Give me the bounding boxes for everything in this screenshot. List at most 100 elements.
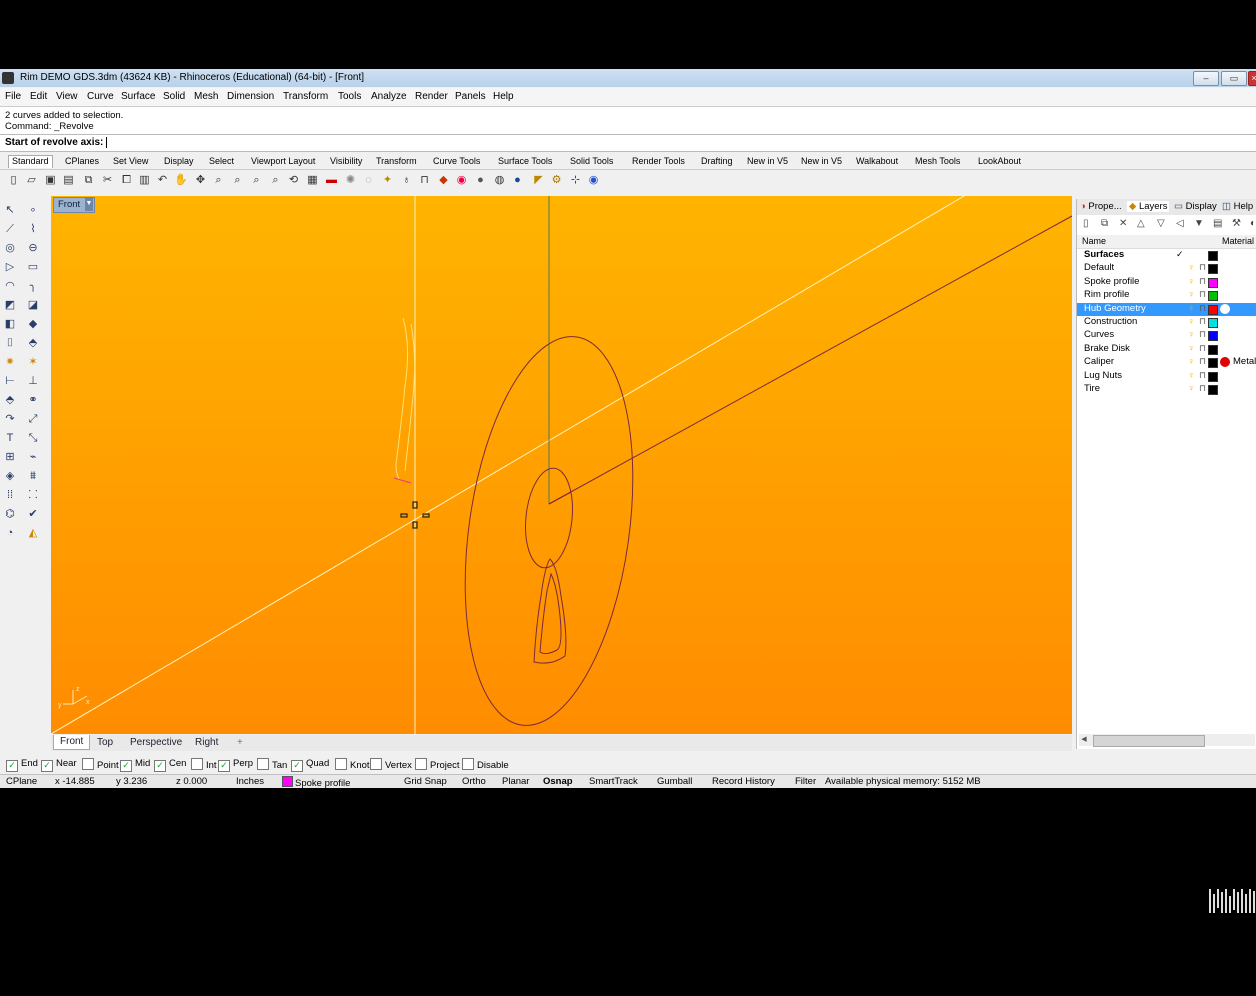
print-icon[interactable]: ▤ xyxy=(62,174,75,187)
front-viewport[interactable]: z y x xyxy=(51,196,1072,734)
osnap-checkbox[interactable] xyxy=(335,758,347,770)
layer-color-swatch[interactable] xyxy=(1208,277,1218,288)
boolean-tool-icon[interactable]: ⬘ xyxy=(26,336,40,350)
pan-icon[interactable]: ✋ xyxy=(174,174,188,187)
toggle-planar[interactable]: Planar xyxy=(502,776,529,787)
move-tool-icon[interactable]: ⬘ xyxy=(3,393,17,407)
layer-color-swatch[interactable] xyxy=(1208,385,1218,395)
tab-cplanes[interactable]: CPlanes xyxy=(62,156,102,168)
layer-material-swatch[interactable] xyxy=(1220,303,1230,314)
layer-color-swatch[interactable] xyxy=(1208,291,1218,302)
osnap-near[interactable]: ✓ Near xyxy=(41,758,77,772)
tab-select[interactable]: Select xyxy=(206,156,237,168)
menu-file[interactable]: File xyxy=(5,91,21,102)
tab-new-in-v5[interactable]: New in V5 xyxy=(744,156,791,168)
menu-help[interactable]: Help xyxy=(493,91,514,102)
menu-view[interactable]: View xyxy=(56,91,78,102)
circle-icon[interactable]: ◌ xyxy=(362,174,375,187)
mesh-tool-icon[interactable]: ◈ xyxy=(3,469,17,483)
tab-mesh-tools[interactable]: Mesh Tools xyxy=(912,156,963,168)
tab-perspective[interactable]: Perspective xyxy=(124,736,188,750)
layer-visibility-icon[interactable]: ♀ xyxy=(1188,329,1195,339)
color-wheel-icon[interactable]: ◉ xyxy=(455,174,468,187)
surface-tool-icon[interactable]: ◩ xyxy=(3,298,17,312)
osnap-point[interactable]: Point xyxy=(82,758,119,771)
osnap-perp[interactable]: ✓ Perp xyxy=(218,758,253,772)
layer-lock-icon[interactable]: ⊓ xyxy=(1199,262,1206,273)
new-sublayer-icon[interactable]: ⧉ xyxy=(1101,218,1108,229)
check-tool-icon[interactable]: ✔ xyxy=(26,507,40,521)
tab-lookabout[interactable]: LookAbout xyxy=(975,156,1024,168)
layer-row[interactable]: Curves ♀ ⊓ xyxy=(1077,329,1256,342)
save-icon[interactable]: ▣ xyxy=(44,174,57,187)
help-icon[interactable]: ◉ xyxy=(587,174,600,187)
viewport-dropdown-icon[interactable]: ▼ xyxy=(85,197,93,211)
osnap-vertex[interactable]: Vertex xyxy=(370,758,412,771)
maximize-button[interactable]: ▭ xyxy=(1221,71,1247,86)
command-line[interactable]: Start of revolve axis: xyxy=(0,134,1256,152)
box-tool-icon[interactable]: ◧ xyxy=(3,317,17,331)
layer-material-swatch[interactable] xyxy=(1220,357,1230,368)
layer-color-swatch[interactable] xyxy=(1208,358,1218,369)
zoom-extents-icon[interactable]: ⌕ xyxy=(250,174,263,187)
rotate-view-icon[interactable]: ✥ xyxy=(194,174,207,187)
move-up-icon[interactable]: △ xyxy=(1137,218,1145,229)
toggle-gumball[interactable]: Gumball xyxy=(657,776,692,787)
osnap-checkbox[interactable]: ✓ xyxy=(291,760,303,772)
layer-lock-icon[interactable]: ⊓ xyxy=(1199,383,1206,394)
osnap-cen[interactable]: ✓ Cen xyxy=(154,758,186,772)
tab-display[interactable]: Display xyxy=(161,156,197,168)
curve-cv-icon[interactable]: ⌇ xyxy=(26,222,40,236)
tab-solid-tools[interactable]: Solid Tools xyxy=(567,156,616,168)
shaded-sphere-icon[interactable]: ◍ xyxy=(493,174,506,187)
point-icon[interactable]: ✺ xyxy=(344,174,357,187)
layer-visibility-icon[interactable]: ♀ xyxy=(1188,383,1195,393)
cylinder-tool-icon[interactable]: ⌷ xyxy=(3,336,17,350)
viewport-icon[interactable]: ⟲ xyxy=(287,174,300,187)
menu-mesh[interactable]: Mesh xyxy=(194,91,218,102)
rotate-tool-icon[interactable]: ↷ xyxy=(3,412,17,426)
tab-visibility[interactable]: Visibility xyxy=(327,156,365,168)
osnap-disable[interactable]: Disable xyxy=(462,758,509,771)
layer-lock-icon[interactable]: ⊓ xyxy=(1199,343,1206,354)
osnap-checkbox[interactable]: ✓ xyxy=(120,760,132,772)
tab-surface-tools[interactable]: Surface Tools xyxy=(495,156,555,168)
select-arrow-icon[interactable]: ↖ xyxy=(3,203,17,217)
layer-row[interactable]: Hub Geometry ♀ ⊓ xyxy=(1077,302,1256,316)
array-tool-icon[interactable]: ⊞ xyxy=(3,450,17,464)
layer-visibility-icon[interactable]: ♀ xyxy=(1188,303,1195,313)
tab-transform[interactable]: Transform xyxy=(373,156,420,168)
osnap-checkbox[interactable] xyxy=(415,758,427,770)
tab-curve-tools[interactable]: Curve Tools xyxy=(430,156,483,168)
grid-icon[interactable]: ▦ xyxy=(306,174,319,187)
layer-color-swatch[interactable] xyxy=(1208,251,1218,261)
osnap-knot[interactable]: Knot xyxy=(335,758,370,771)
layer-lock-icon[interactable]: ⊓ xyxy=(1199,289,1206,300)
layer-color-swatch[interactable] xyxy=(1208,318,1218,328)
tab-front[interactable]: Front xyxy=(53,735,91,750)
rectangle-tool-icon[interactable]: ▭ xyxy=(26,260,40,274)
layer-lock-icon[interactable]: ⊓ xyxy=(1199,316,1206,327)
tab-standard[interactable]: Standard xyxy=(8,155,53,168)
settings-icon[interactable]: ◐ xyxy=(1250,218,1256,229)
layer-visibility-icon[interactable]: ♀ xyxy=(1188,316,1195,326)
tab-render-tools[interactable]: Render Tools xyxy=(629,156,688,168)
layer-visibility-icon[interactable]: ♀ xyxy=(1188,262,1195,272)
menu-dimension[interactable]: Dimension xyxy=(227,91,274,102)
osnap-checkbox[interactable] xyxy=(370,758,382,770)
copy-icon[interactable]: ⧠ xyxy=(120,174,133,187)
osnap-project[interactable]: Project xyxy=(415,758,460,771)
properties-tool-icon[interactable]: ◔ xyxy=(3,526,17,540)
render-tool-icon[interactable]: ✶ xyxy=(26,355,40,369)
menu-surface[interactable]: Surface xyxy=(121,91,155,102)
layer-row[interactable]: Brake Disk ♀ ⊓ xyxy=(1077,343,1256,356)
solid-tool-icon[interactable]: ◆ xyxy=(26,317,40,331)
osnap-checkbox[interactable]: ✓ xyxy=(218,760,230,772)
scrollbar-thumb[interactable] xyxy=(1093,735,1205,747)
toggle-smarttrack[interactable]: SmartTrack xyxy=(589,776,638,787)
menu-curve[interactable]: Curve xyxy=(87,91,114,102)
toggle-record-history[interactable]: Record History xyxy=(712,776,775,787)
layer-lock-icon[interactable]: ⊓ xyxy=(1199,370,1206,381)
arc-tool-icon[interactable]: ◠ xyxy=(3,279,17,293)
open-icon[interactable]: ▱ xyxy=(25,174,38,187)
